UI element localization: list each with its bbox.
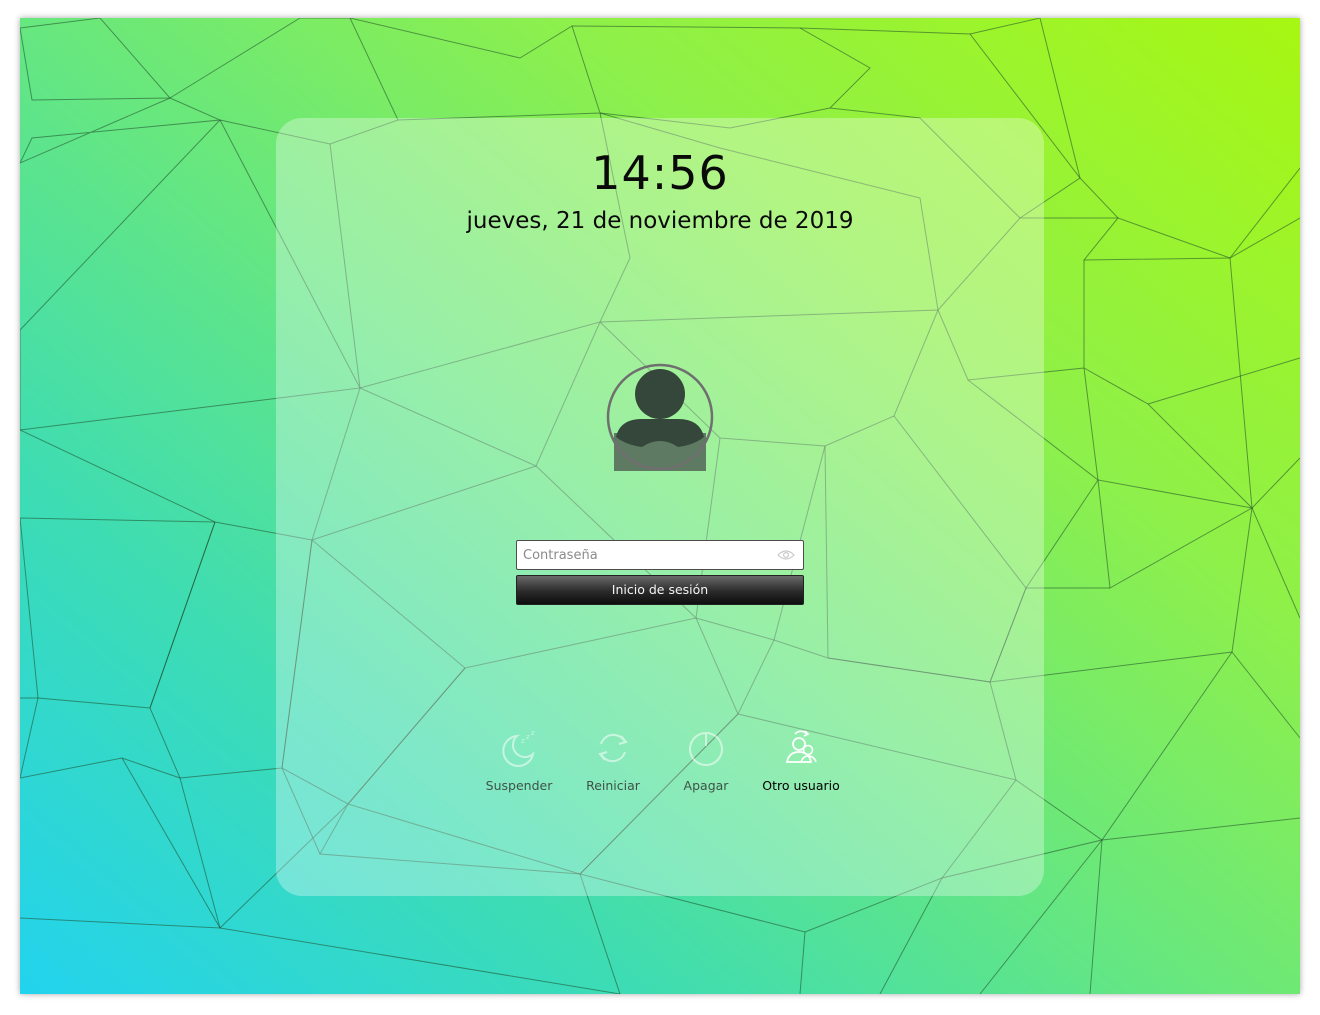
user-silhouette-icon[interactable]	[606, 363, 714, 471]
clock: 14:56	[591, 146, 729, 200]
suspend-label: Suspender	[485, 778, 553, 793]
svg-text:z: z	[531, 729, 535, 737]
eye-icon[interactable]	[777, 549, 795, 561]
lock-screen: 14:56 jueves, 21 de noviembre de 2019 In…	[20, 18, 1300, 994]
suspend-button[interactable]: z z z Suspender	[471, 728, 567, 793]
power-icon	[689, 732, 723, 766]
password-field-container	[516, 540, 804, 570]
password-input[interactable]	[517, 541, 773, 569]
restart-icon	[598, 733, 628, 763]
svg-text:z: z	[521, 737, 525, 745]
switch-user-icon	[785, 730, 817, 763]
sleep-moon-icon: z z z	[502, 729, 535, 767]
restart-label: Reiniciar	[586, 778, 640, 793]
switch-user-label: Otro usuario	[762, 778, 840, 793]
svg-text:z: z	[526, 733, 530, 741]
date: jueves, 21 de noviembre de 2019	[466, 208, 854, 234]
login-button[interactable]: Inicio de sesión	[516, 575, 804, 605]
restart-button[interactable]: Reiniciar	[565, 728, 661, 793]
switch-user-button[interactable]: Otro usuario	[753, 728, 849, 793]
shutdown-label: Apagar	[683, 778, 729, 793]
shutdown-button[interactable]: Apagar	[658, 728, 754, 793]
